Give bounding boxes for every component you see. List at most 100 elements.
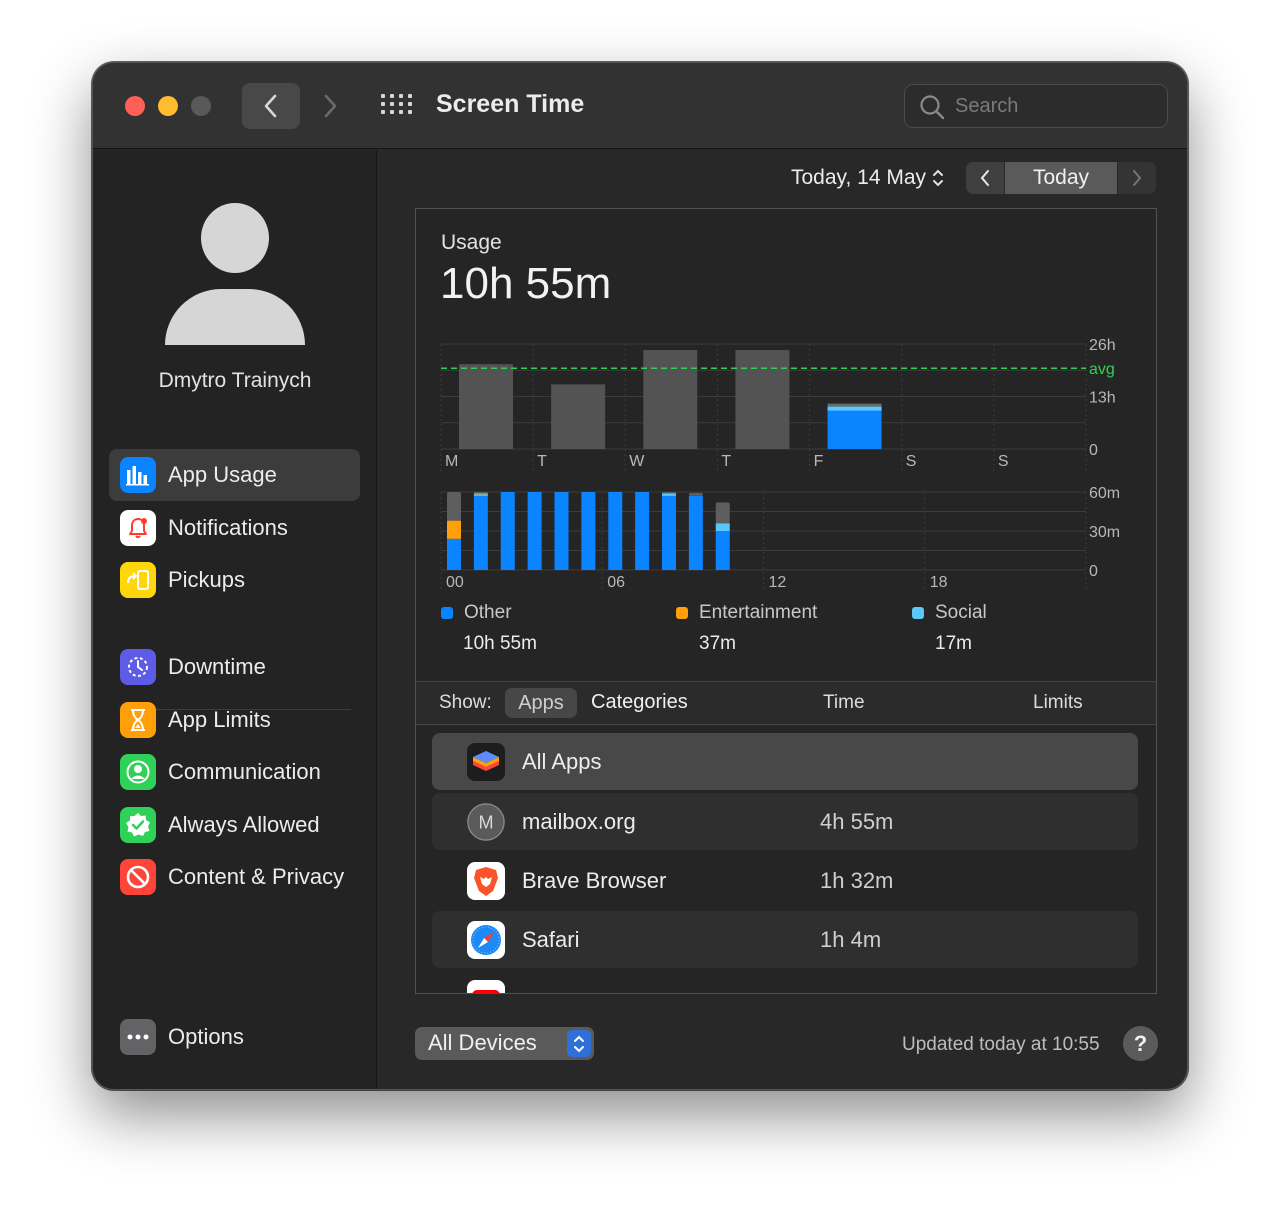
bar-hour-8-uncategorised xyxy=(662,492,676,494)
legend-swatch xyxy=(441,607,453,619)
pickup-icon xyxy=(120,562,156,598)
y-tick-label: 0 xyxy=(1089,563,1098,580)
y-tick-label-avg: avg xyxy=(1089,361,1115,378)
sidebar-item-communication[interactable]: Communication xyxy=(109,746,360,798)
legend-name: Entertainment xyxy=(699,602,818,623)
stack-icon xyxy=(467,742,505,781)
bar-hour-9-other xyxy=(688,495,703,570)
usage-panel: Usage 10h 55m M T W T F S S 26h avg 13h 0 00 06 12 18… xyxy=(415,208,1157,994)
x-tick-label: 18 xyxy=(930,574,948,591)
today-button[interactable]: Today xyxy=(1004,162,1118,194)
table-row-partial[interactable] xyxy=(432,970,1138,993)
bar-hour-0-uncategorised xyxy=(447,492,461,521)
chevron-left-icon xyxy=(264,94,277,118)
avatar[interactable] xyxy=(165,203,305,345)
chevron-left-icon xyxy=(980,170,989,186)
bar-hour-0-entertainment xyxy=(447,520,461,539)
user-name: Dmytro Trainych xyxy=(158,369,312,392)
bar-hour-1-uncategorised xyxy=(473,492,488,494)
back-button[interactable] xyxy=(242,83,300,129)
x-tick-label: 12 xyxy=(769,574,787,591)
bar-day-0 xyxy=(459,364,513,449)
weekly-chart: M T W T F S S 26h avg 13h 0 xyxy=(440,337,1116,471)
x-tick-label: 00 xyxy=(446,574,464,591)
app-time: 1h 4m xyxy=(820,926,882,952)
date-label: Today, 14 May xyxy=(791,166,927,189)
help-button[interactable]: ? xyxy=(1123,1026,1158,1061)
bar-day-4-social xyxy=(827,406,882,411)
bar-hour-3-other xyxy=(527,492,542,570)
zoom-button[interactable] xyxy=(191,96,211,116)
legend-item-entertainment: Entertainment xyxy=(676,602,817,624)
bar-hour-6-other xyxy=(608,492,623,570)
downtime-icon xyxy=(120,649,156,685)
sidebar-item-label: Notifications xyxy=(168,515,288,540)
brave-lion-icon xyxy=(467,861,505,900)
app-icon-partial xyxy=(467,979,505,993)
sidebar-item-options[interactable]: Options xyxy=(109,1011,360,1063)
main-content: Today, 14 May Today Usage 10h 55m MTWTFS… xyxy=(378,150,1187,1089)
show-categories-button[interactable]: Categories xyxy=(591,691,688,714)
table-row-all-apps[interactable]: All Apps xyxy=(432,733,1138,790)
updown-chevron-icon xyxy=(567,1030,591,1057)
day-label: S xyxy=(998,453,1009,470)
bar-hour-5-other xyxy=(581,492,596,570)
show-apps-button[interactable]: Apps xyxy=(505,688,577,718)
bar-hour-0-other xyxy=(447,538,461,570)
next-day-button[interactable] xyxy=(1118,162,1156,194)
app-name: All Apps xyxy=(522,748,602,774)
window-title: Screen Time xyxy=(436,90,585,118)
screen-time-window: Screen Time Dmytro Trainych App Usage No… xyxy=(92,62,1188,1090)
search-input[interactable] xyxy=(955,85,1155,127)
legend-value-entertainment: 37m xyxy=(699,633,736,654)
bar-chart-icon xyxy=(120,457,156,493)
bar-day-4 xyxy=(827,406,882,449)
sidebar-item-label: Downtime xyxy=(168,654,266,679)
time-column-header[interactable]: Time xyxy=(823,692,865,714)
legend-value-other: 10h 55m xyxy=(463,633,537,654)
chevron-right-icon xyxy=(1133,170,1142,186)
day-label: S xyxy=(906,453,917,470)
letter-m-icon: M xyxy=(467,802,505,841)
bar-hour-2-other xyxy=(500,492,515,570)
table-row-brave[interactable]: Brave Browser 1h 32m xyxy=(432,852,1138,909)
sidebar-item-label: App Limits xyxy=(168,707,271,732)
sidebar-item-app-usage[interactable]: App Usage xyxy=(109,449,360,501)
sidebar-item-pickups[interactable]: Pickups xyxy=(109,554,360,606)
minimize-button[interactable] xyxy=(158,96,178,116)
bar-hour-10-uncategorised xyxy=(715,502,730,524)
table-row-mailbox[interactable]: M mailbox.org 4h 55m xyxy=(432,793,1138,850)
bar-day-3 xyxy=(735,350,790,449)
show-filter-bar: Show: Apps Categories Time Limits xyxy=(416,681,1156,725)
close-button[interactable] xyxy=(125,96,145,116)
search-icon xyxy=(920,95,945,120)
ellipsis-icon xyxy=(120,1019,156,1055)
search-field[interactable] xyxy=(904,84,1168,128)
date-picker[interactable]: Today, 14 May xyxy=(791,166,944,190)
sidebar-item-downtime[interactable]: Downtime xyxy=(109,641,360,693)
bar-hour-1-entertainment xyxy=(473,494,488,496)
hourly-chart: 00 06 12 18 60m 30m 0 xyxy=(440,485,1120,592)
table-row-safari[interactable]: Safari 1h 4m xyxy=(432,911,1138,968)
bar-hour-9-uncategorised xyxy=(688,492,703,496)
forward-button[interactable] xyxy=(307,83,353,129)
legend-swatch xyxy=(912,607,924,619)
y-tick-label: 30m xyxy=(1089,524,1120,541)
day-label: M xyxy=(445,453,458,470)
app-time: 1h 32m xyxy=(820,867,894,893)
limits-column-header[interactable]: Limits xyxy=(1033,692,1083,714)
sidebar-item-app-limits[interactable]: App Limits xyxy=(109,694,360,746)
bar-day-1 xyxy=(551,384,606,449)
app-name: mailbox.org xyxy=(522,808,636,834)
sidebar-item-content-privacy[interactable]: Content & Privacy xyxy=(109,851,360,903)
sidebar-item-notifications[interactable]: Notifications xyxy=(109,502,360,554)
updated-status: Updated today at 10:55 xyxy=(902,1034,1100,1055)
show-all-grid-icon[interactable] xyxy=(381,94,412,118)
bell-icon xyxy=(120,510,156,546)
previous-day-button[interactable] xyxy=(966,162,1004,194)
bar-hour-7-other xyxy=(635,492,650,570)
devices-popup[interactable]: All Devices xyxy=(415,1027,594,1060)
sidebar-item-label: Communication xyxy=(168,759,321,784)
y-tick-label: 26h xyxy=(1089,337,1116,354)
sidebar-item-always-allowed[interactable]: Always Allowed xyxy=(109,799,360,851)
